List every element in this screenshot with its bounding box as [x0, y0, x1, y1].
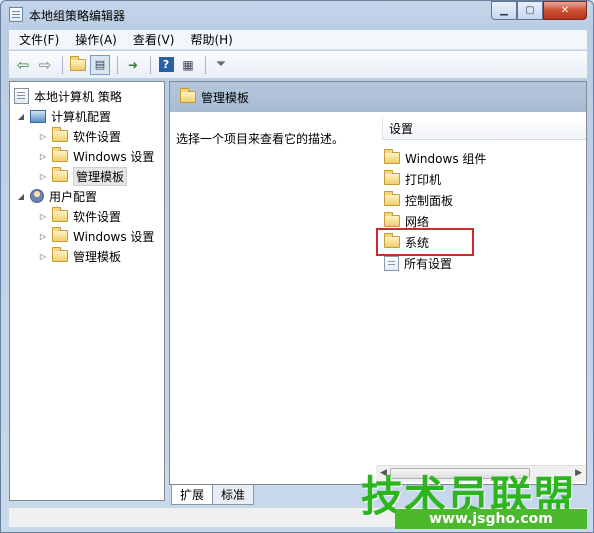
tree-item-label: 软件设置 [73, 209, 122, 224]
tree-root[interactable]: 本地计算机 策略 [14, 86, 122, 106]
menu-bar: 文件(F) 操作(A) 查看(V) 帮助(H) [9, 30, 587, 50]
maximize-button[interactable]: ▢ [517, 1, 543, 20]
menu-action[interactable]: 操作(A) [65, 31, 123, 48]
all-settings-icon [384, 255, 399, 271]
expand-icon[interactable]: ▷ [38, 152, 48, 161]
folder-icon [52, 247, 68, 262]
expand-icon[interactable]: ▷ [38, 252, 48, 261]
tab-standard[interactable]: 标准 [212, 485, 255, 505]
help-icon[interactable]: ? [156, 55, 176, 75]
toolbar-separator [205, 55, 206, 74]
details-header-title: 管理模板 [201, 90, 250, 105]
tree-computer-config-label: 计算机配置 [51, 109, 112, 124]
policy-icon [14, 88, 29, 104]
list-item-windows-components[interactable]: Windows 组件 [384, 148, 486, 168]
tab-extended[interactable]: 扩展 [171, 485, 214, 505]
expand-icon[interactable]: ▷ [38, 212, 48, 221]
list-item-label: Windows 组件 [405, 151, 487, 166]
user-icon [30, 189, 44, 203]
up-folder-icon[interactable] [68, 55, 88, 75]
tree-item-admin-templates[interactable]: ▷ 管理模板 [38, 166, 128, 186]
computer-icon [30, 109, 46, 123]
minimize-button[interactable]: ▁ [491, 1, 517, 20]
menu-file[interactable]: 文件(F) [9, 31, 65, 48]
view-tabs: 扩展 标准 [171, 485, 255, 505]
menu-view[interactable]: 查看(V) [123, 31, 181, 48]
folder-icon [384, 149, 400, 164]
list-item-label: 所有设置 [404, 256, 453, 271]
tree-root-label: 本地计算机 策略 [34, 89, 122, 104]
toolbar-separator [62, 55, 63, 74]
list-item-control-panel[interactable]: 控制面板 [384, 190, 453, 210]
back-icon[interactable]: ⇦ [13, 55, 33, 75]
menu-help[interactable]: 帮助(H) [180, 31, 238, 48]
filter-icon[interactable]: ⏷ [211, 55, 231, 75]
folder-icon [180, 88, 196, 103]
folder-icon [384, 212, 400, 227]
description-text: 选择一个项目来查看它的描述。 [176, 132, 345, 146]
details-pane: 管理模板 选择一个项目来查看它的描述。 设置 Windows 组件 打印机 控制… [169, 81, 587, 485]
collapse-icon[interactable]: ◢ [16, 112, 26, 121]
show-hide-tree-icon[interactable]: ▤ [90, 54, 110, 75]
folder-icon [52, 227, 68, 242]
toolbar: ⇦ ⇨ ▤ ➜ ? ▦ ⏷ [9, 51, 587, 79]
toolbar-separator [150, 55, 151, 74]
list-item-label: 网络 [405, 214, 430, 229]
list-item-label: 控制面板 [405, 193, 454, 208]
tree-item-label: 管理模板 [73, 249, 122, 264]
expand-icon[interactable]: ▷ [38, 172, 48, 181]
folder-icon [52, 167, 68, 182]
expand-icon[interactable]: ▷ [38, 232, 48, 241]
export-icon[interactable]: ➜ [123, 55, 143, 75]
tree-item-software-settings[interactable]: ▷ 软件设置 [38, 206, 121, 226]
expand-icon[interactable]: ▷ [38, 132, 48, 141]
tree-user-config[interactable]: ◢ 用户配置 [16, 186, 97, 206]
tree-item-windows-settings[interactable]: ▷ Windows 设置 [38, 226, 154, 246]
tree-computer-config[interactable]: ◢ 计算机配置 [16, 106, 111, 126]
collapse-icon[interactable]: ◢ [16, 192, 26, 201]
tree-user-config-label: 用户配置 [49, 189, 98, 204]
tree-item-windows-settings[interactable]: ▷ Windows 设置 [38, 146, 154, 166]
folder-icon [384, 170, 400, 185]
gpedit-window: 本地组策略编辑器 ▁ ▢ ✕ 文件(F) 操作(A) 查看(V) 帮助(H) ⇦… [0, 0, 594, 533]
folder-icon [52, 127, 68, 142]
tree-item-software-settings[interactable]: ▷ 软件设置 [38, 126, 121, 146]
properties-icon[interactable]: ▦ [178, 55, 198, 75]
window-controls: ▁ ▢ ✕ [491, 1, 587, 20]
toolbar-separator [117, 55, 118, 74]
tree-item-admin-templates[interactable]: ▷ 管理模板 [38, 246, 121, 266]
tree-item-label: 软件设置 [73, 129, 122, 144]
column-header-settings[interactable]: 设置 [382, 118, 586, 140]
folder-icon [52, 147, 68, 162]
tree-item-label: Windows 设置 [73, 149, 155, 164]
window-title: 本地组策略编辑器 [29, 9, 126, 23]
forward-icon[interactable]: ⇨ [35, 55, 55, 75]
close-button[interactable]: ✕ [543, 1, 587, 20]
highlight-annotation [376, 228, 474, 256]
details-header: 管理模板 [170, 82, 586, 112]
watermark-url: www.jsgho.com [395, 509, 587, 529]
watermark-logo: 技术员联盟 www.jsgho.com [361, 463, 591, 533]
folder-icon [384, 191, 400, 206]
tree-item-label: Windows 设置 [73, 229, 155, 244]
list-item-printers[interactable]: 打印机 [384, 169, 441, 189]
list-item-all-settings[interactable]: 所有设置 [384, 253, 452, 273]
title-bar[interactable]: 本地组策略编辑器 ▁ ▢ ✕ [1, 1, 593, 29]
tree-item-label: 管理模板 [73, 166, 128, 186]
folder-icon [52, 207, 68, 222]
tree-pane[interactable]: 本地计算机 策略 ◢ 计算机配置 ▷ 软件设置 ▷ Windows 设置 ▷ 管… [9, 81, 165, 501]
list-item-label: 打印机 [405, 172, 442, 187]
app-icon [9, 7, 23, 22]
